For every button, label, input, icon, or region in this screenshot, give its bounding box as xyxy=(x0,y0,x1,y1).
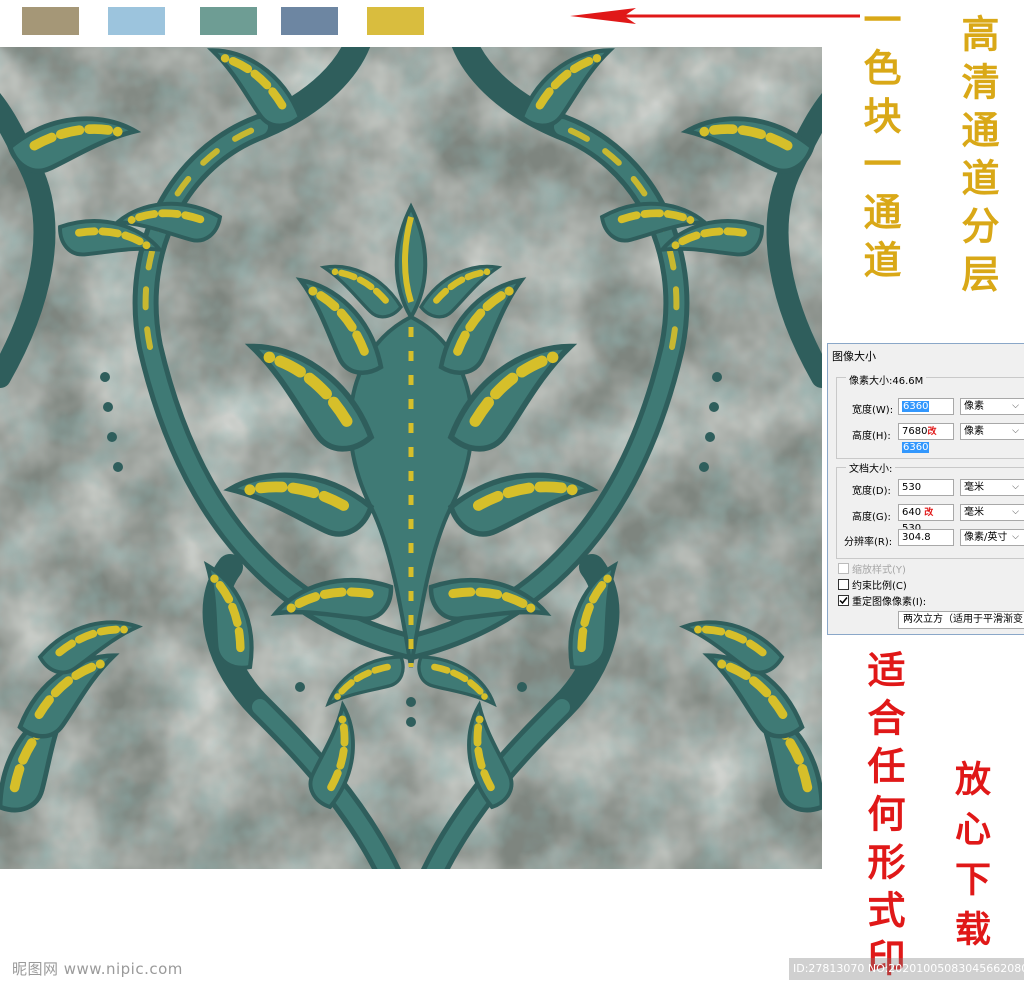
color-swatch-tan xyxy=(22,7,79,35)
scale-styles-checkbox[interactable]: 缩放样式(Y) xyxy=(838,561,906,576)
scale-styles-label: 缩放样式(Y) xyxy=(852,565,906,576)
doc-size-label: 文档大小: xyxy=(846,460,896,475)
doc-height-field[interactable]: 640 改 530 xyxy=(898,504,954,534)
width-label: 宽度(W): xyxy=(852,405,894,416)
pixel-height-unit-select[interactable]: 像素 ⌵ xyxy=(960,423,1024,440)
resample-label: 重定图像像素(I): xyxy=(852,597,927,608)
color-swatch-gold xyxy=(367,7,424,35)
resolution-unit-select[interactable]: 像素/英寸 ⌵ xyxy=(960,529,1024,546)
doc-width-label: 宽度(D): xyxy=(852,486,891,497)
checkbox-box xyxy=(838,579,849,590)
pixel-width-field[interactable]: 6360 xyxy=(898,398,954,415)
resample-checkbox[interactable]: 重定图像像素(I): xyxy=(838,593,926,608)
constrain-proportions-checkbox[interactable]: 约束比例(C) xyxy=(838,577,907,592)
promo-text-channel: 一色块一通道 xyxy=(857,0,902,288)
doc-width-field[interactable]: 530 xyxy=(898,479,954,496)
doc-height-label: 高度(G): xyxy=(852,512,891,523)
resolution-label: 分辨率(R): xyxy=(844,537,893,548)
color-swatch-light-blue xyxy=(108,7,165,35)
chevron-down-icon: ⌵ xyxy=(1012,401,1019,411)
height-label: 高度(H): xyxy=(852,431,891,442)
pixel-width-unit-select[interactable]: 像素 ⌵ xyxy=(960,398,1024,415)
promo-text-any-print: 适合任何形式印 xyxy=(861,650,906,986)
checkbox-checked-icon xyxy=(838,595,849,606)
doc-height-unit-select[interactable]: 毫米 ⌵ xyxy=(960,504,1024,521)
chevron-down-icon: ⌵ xyxy=(1012,426,1019,436)
site-watermark: 昵图网 www.nipic.com xyxy=(12,960,183,978)
chevron-down-icon: ⌵ xyxy=(1012,532,1019,542)
promo-text-hd-layers: 高清通道分层 xyxy=(955,14,1000,302)
color-swatch-slate-blue xyxy=(281,7,338,35)
image-size-dialog: 图像大小 像素大小:46.6M 宽度(W): 6360 像素 ⌵ 高度(H): 7… xyxy=(827,343,1024,635)
dialog-title: 图像大小 xyxy=(832,350,876,363)
checkbox-box xyxy=(838,563,849,574)
doc-width-unit-select[interactable]: 毫米 ⌵ xyxy=(960,479,1024,496)
image-id-watermark: ID:27813070 NO:20201005083045662080 xyxy=(789,958,1024,980)
constrain-label: 约束比例(C) xyxy=(852,581,907,592)
chevron-down-icon: ⌵ xyxy=(1012,482,1019,492)
pixel-size-label: 像素大小:46.6M xyxy=(846,372,927,387)
promo-text-download: 放心下载 xyxy=(949,760,991,960)
chevron-down-icon: ⌵ xyxy=(1012,507,1019,517)
pixel-height-field[interactable]: 7680改6360 xyxy=(898,423,954,453)
resample-method-select[interactable]: 两次立方（适用于平滑渐变 xyxy=(898,611,1024,629)
red-arrow-icon xyxy=(570,8,860,24)
damask-pattern xyxy=(0,47,822,869)
resolution-field[interactable]: 304.8 xyxy=(898,529,954,546)
color-swatch-teal xyxy=(200,7,257,35)
pixel-dimensions-group xyxy=(836,377,1024,459)
